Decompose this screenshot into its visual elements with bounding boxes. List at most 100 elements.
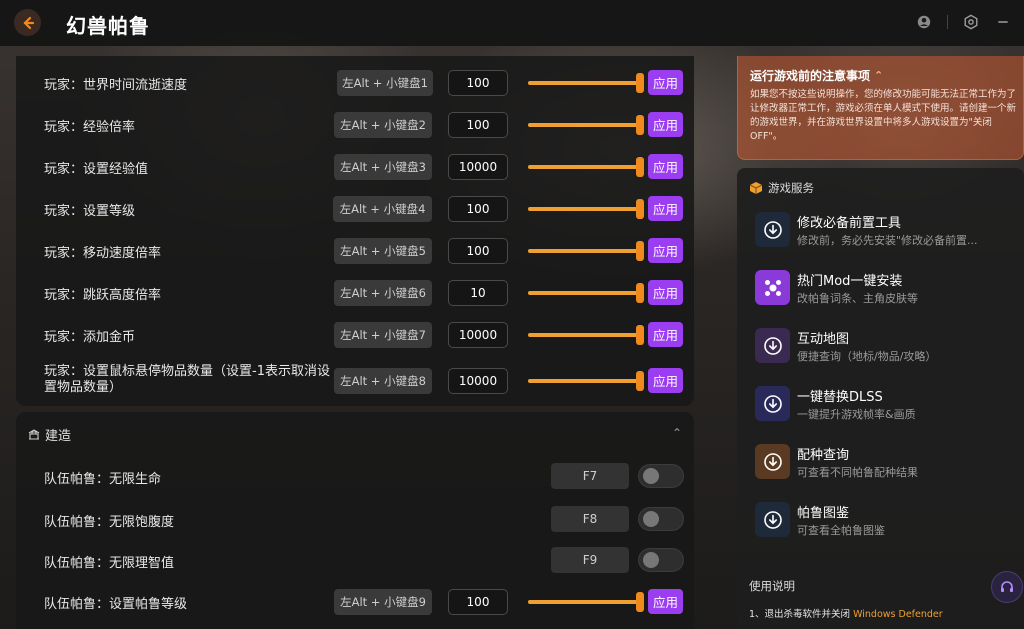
notice-title: 运行游戏前的注意事项	[750, 69, 871, 83]
service-item[interactable]: 互动地图便捷查询（地标/物品/攻略）	[755, 326, 1015, 366]
download-icon	[755, 502, 790, 537]
build-section-header[interactable]: 建造	[28, 425, 71, 444]
cheat-row: 队伍帕鲁：设置帕鲁等级 左Alt + 小键盘9 100 应用	[16, 587, 694, 617]
value-input[interactable]: 100	[448, 238, 508, 264]
hotkey-badge[interactable]: 左Alt + 小键盘4	[333, 196, 432, 222]
hotkey-badge[interactable]: 左Alt + 小键盘2	[334, 112, 432, 138]
apply-button[interactable]: 应用	[648, 238, 683, 263]
game-services-panel: 游戏服务 修改必备前置工具修改前，务必先安装"修改必备前置... 热门Mod一键安…	[737, 168, 1024, 556]
value-slider[interactable]	[528, 115, 644, 135]
service-item[interactable]: 配种查询 可查看不同帕鲁配种结果	[755, 442, 1015, 482]
cheat-label: 玩家：移动速度倍率	[44, 246, 162, 261]
service-title: 热门Mod一键安装	[797, 274, 903, 289]
service-title: 一键替换DLSS	[797, 390, 883, 405]
mod-icon	[755, 270, 790, 305]
toggle-row: 队伍帕鲁：无限理智值 F9	[16, 546, 694, 576]
notice-header[interactable]: 运行游戏前的注意事项 ⌃	[750, 67, 883, 84]
slider-handle[interactable]	[636, 115, 644, 135]
toggle-switch[interactable]	[638, 507, 684, 531]
value-input[interactable]: 10	[448, 280, 508, 306]
hotkey-badge[interactable]: 左Alt + 小键盘3	[334, 154, 432, 180]
box-icon	[749, 182, 763, 194]
support-headset-button[interactable]	[991, 571, 1023, 603]
hotkey-badge[interactable]: F9	[551, 547, 629, 573]
back-button[interactable]	[14, 9, 41, 36]
chevron-up-icon[interactable]: ⌃	[874, 69, 883, 82]
toggle-switch[interactable]	[638, 464, 684, 488]
service-item[interactable]: 热门Mod一键安装 改帕鲁词条、主角皮肤等	[755, 268, 1015, 308]
hotkey-badge[interactable]: 左Alt + 小键盘1	[337, 70, 433, 96]
hotkey-badge[interactable]: F8	[551, 506, 629, 532]
toggle-knob	[643, 468, 659, 484]
hotkey-badge[interactable]: F7	[551, 463, 629, 489]
value-slider[interactable]	[528, 371, 644, 391]
slider-handle[interactable]	[636, 157, 644, 177]
settings-icon[interactable]	[962, 13, 980, 31]
cheat-label: 玩家：添加金币	[44, 330, 136, 345]
headset-icon	[1001, 581, 1013, 592]
apply-button[interactable]: 应用	[648, 589, 683, 614]
value-input[interactable]: 100	[448, 112, 508, 138]
apply-button[interactable]: 应用	[648, 196, 683, 221]
apply-button[interactable]: 应用	[648, 70, 683, 95]
slider-handle[interactable]	[636, 241, 644, 261]
value-slider[interactable]	[528, 241, 644, 261]
value-slider[interactable]	[528, 157, 644, 177]
service-subtitle: 修改前，务必先安装"修改必备前置...	[797, 234, 978, 247]
slider-handle[interactable]	[636, 325, 644, 345]
apply-button[interactable]: 应用	[648, 322, 683, 347]
value-slider[interactable]	[528, 592, 644, 612]
value-input[interactable]: 100	[448, 589, 508, 615]
service-item[interactable]: 一键替换DLSS 一键提升游戏帧率&画质	[755, 384, 1015, 424]
minimize-icon[interactable]	[994, 13, 1012, 31]
hotkey-badge[interactable]: 左Alt + 小键盘8	[334, 368, 432, 394]
service-title: 修改必备前置工具	[797, 216, 902, 231]
apply-button[interactable]: 应用	[648, 280, 683, 305]
download-icon	[755, 386, 790, 421]
slider-handle[interactable]	[636, 283, 644, 303]
user-circle-icon[interactable]	[915, 13, 933, 31]
value-input[interactable]: 10000	[448, 322, 508, 348]
back-arrow-icon	[22, 16, 34, 29]
slider-handle[interactable]	[636, 592, 644, 612]
hotkey-badge[interactable]: 左Alt + 小键盘5	[334, 238, 432, 264]
cheat-row: 玩家：移动速度倍率 左Alt + 小键盘5 100 应用	[16, 236, 694, 266]
apply-button[interactable]: 应用	[648, 154, 683, 179]
value-input[interactable]: 10000	[448, 154, 508, 180]
service-subtitle: 可查看全帕鲁图鉴	[797, 524, 885, 537]
windows-defender-link[interactable]: Windows Defender	[853, 609, 943, 620]
services-title: 游戏服务	[768, 181, 814, 195]
value-input[interactable]: 100	[448, 70, 508, 96]
value-input[interactable]: 10000	[448, 368, 508, 394]
service-title: 互动地图	[797, 332, 850, 347]
slider-handle[interactable]	[636, 73, 644, 93]
value-slider[interactable]	[528, 73, 644, 93]
apply-button[interactable]: 应用	[648, 112, 683, 137]
toggle-label: 队伍帕鲁：无限理智值	[44, 556, 175, 571]
toggle-switch[interactable]	[638, 548, 684, 572]
slider-handle[interactable]	[636, 199, 644, 219]
service-item[interactable]: 帕鲁图鉴可查看全帕鲁图鉴	[755, 500, 1015, 540]
cheat-label: 玩家：世界时间流逝速度	[44, 78, 188, 93]
cheat-row: 玩家：设置等级 左Alt + 小键盘4 100 应用	[16, 194, 694, 224]
value-slider[interactable]	[528, 199, 644, 219]
chevron-up-icon[interactable]: ⌃	[672, 426, 682, 440]
apply-button[interactable]: 应用	[648, 368, 683, 393]
service-item[interactable]: 修改必备前置工具修改前，务必先安装"修改必备前置...	[755, 210, 1015, 250]
hotkey-badge[interactable]: 左Alt + 小键盘6	[334, 280, 432, 306]
value-input[interactable]: 100	[448, 196, 508, 222]
value-slider[interactable]	[528, 325, 644, 345]
slider-handle[interactable]	[636, 371, 644, 391]
service-title: 帕鲁图鉴	[797, 506, 850, 521]
hotkey-badge[interactable]: 左Alt + 小键盘7	[334, 322, 432, 348]
build-panel: 建造 ⌃ 队伍帕鲁：无限生命 F7 队伍帕鲁：无限饱腹度 F8 队伍帕鲁：无限理智值 F9…	[16, 412, 694, 629]
toggle-knob	[643, 511, 659, 527]
download-icon	[755, 212, 790, 247]
cheat-row: 玩家：经验倍率 左Alt + 小键盘2 100 应用	[16, 110, 694, 140]
service-subtitle: 便捷查询（地标/物品/攻略）	[797, 350, 937, 363]
service-subtitle: 可查看不同帕鲁配种结果	[797, 466, 918, 479]
notice-body: 如果您不按这些说明操作，您的修改功能可能无法正常工作为了让修改器正常工作，游戏必…	[750, 89, 1017, 142]
usage-panel: 使用说明 1、退出杀毒软件并关闭 Windows Defender	[737, 563, 1024, 629]
value-slider[interactable]	[528, 283, 644, 303]
hotkey-badge[interactable]: 左Alt + 小键盘9	[334, 589, 432, 615]
